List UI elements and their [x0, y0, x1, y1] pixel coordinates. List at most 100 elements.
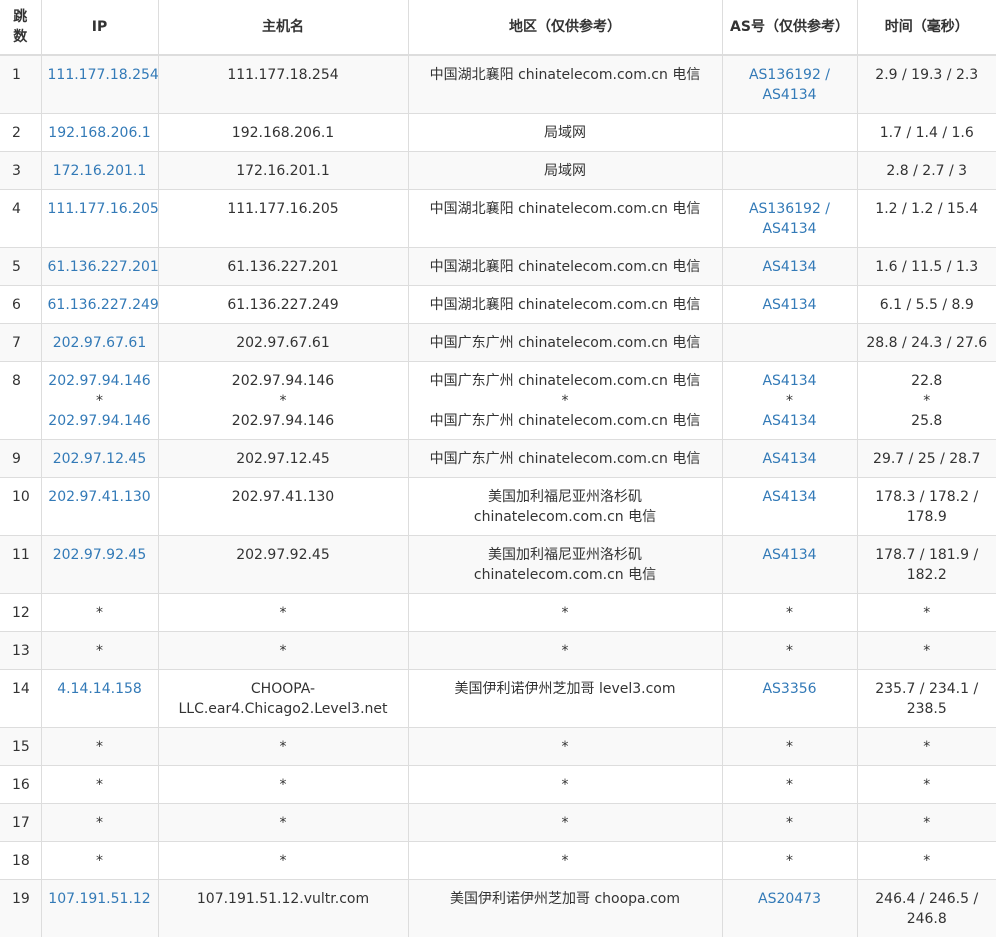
ip-link[interactable]: 111.177.16.205 — [48, 199, 152, 219]
ip-link[interactable]: 61.136.227.249 — [48, 295, 152, 315]
ip-cell: * — [41, 804, 158, 842]
ip-text: * — [48, 737, 152, 757]
table-header: 跳数 IP 主机名 地区（仅供参考） AS号（仅供参考） 时间（毫秒） — [0, 0, 996, 55]
time-text: 2.8 / 2.7 / 3 — [864, 161, 991, 181]
header-as: AS号（仅供参考） — [722, 0, 857, 55]
time-text: * — [864, 641, 991, 661]
ip-link[interactable]: 202.97.67.61 — [48, 333, 152, 353]
time-text: 238.5 — [864, 699, 991, 719]
hop-cell: 2 — [0, 114, 41, 152]
hop-cell: 7 — [0, 324, 41, 362]
as-link[interactable]: AS4134 — [729, 411, 851, 431]
ip-link[interactable]: 192.168.206.1 — [48, 123, 152, 143]
as-link[interactable]: AS4134 — [729, 295, 851, 315]
region-text: chinatelecom.com.cn 电信 — [415, 507, 716, 527]
header-host: 主机名 — [158, 0, 408, 55]
host-text: LLC.ear4.Chicago2.Level3.net — [165, 699, 402, 719]
host-cell: 107.191.51.12.vultr.com — [158, 880, 408, 937]
host-cell: * — [158, 804, 408, 842]
time-text: 1.2 / 1.2 / 15.4 — [864, 199, 991, 219]
traceroute-table: 跳数 IP 主机名 地区（仅供参考） AS号（仅供参考） 时间（毫秒） 1111… — [0, 0, 996, 937]
as-cell: AS4134 — [722, 286, 857, 324]
time-cell: 235.7 / 234.1 /238.5 — [857, 670, 996, 728]
hop-cell: 19 — [0, 880, 41, 937]
time-text: * — [864, 775, 991, 795]
host-text: 202.97.12.45 — [165, 449, 402, 469]
region-cell: 美国加利福尼亚州洛杉矶chinatelecom.com.cn 电信 — [408, 478, 722, 536]
region-text: 中国湖北襄阳 chinatelecom.com.cn 电信 — [415, 295, 716, 315]
hop-cell: 17 — [0, 804, 41, 842]
hop-cell: 4 — [0, 190, 41, 248]
table-row: 661.136.227.24961.136.227.249中国湖北襄阳 chin… — [0, 286, 996, 324]
time-cell: * — [857, 842, 996, 880]
host-text: * — [165, 391, 402, 411]
ip-link[interactable]: 202.97.92.45 — [48, 545, 152, 565]
ip-cell: * — [41, 842, 158, 880]
ip-link[interactable]: 172.16.201.1 — [48, 161, 152, 181]
time-cell: 178.7 / 181.9 /182.2 — [857, 536, 996, 594]
time-cell: 29.7 / 25 / 28.7 — [857, 440, 996, 478]
host-text: * — [165, 813, 402, 833]
time-cell: * — [857, 632, 996, 670]
host-cell: * — [158, 842, 408, 880]
ip-link[interactable]: 61.136.227.201 — [48, 257, 152, 277]
host-text: * — [165, 775, 402, 795]
header-row: 跳数 IP 主机名 地区（仅供参考） AS号（仅供参考） 时间（毫秒） — [0, 0, 996, 55]
ip-link[interactable]: 202.97.41.130 — [48, 487, 152, 507]
as-link[interactable]: AS20473 — [729, 889, 851, 909]
host-text: * — [165, 737, 402, 757]
ip-cell: * — [41, 728, 158, 766]
host-text: * — [165, 641, 402, 661]
table-row: 11202.97.92.45202.97.92.45美国加利福尼亚州洛杉矶chi… — [0, 536, 996, 594]
ip-cell: * — [41, 632, 158, 670]
as-link[interactable]: AS4134 — [729, 371, 851, 391]
time-cell: 1.7 / 1.4 / 1.6 — [857, 114, 996, 152]
host-cell: 202.97.41.130 — [158, 478, 408, 536]
ip-text: * — [48, 813, 152, 833]
as-link[interactable]: AS4134 — [729, 257, 851, 277]
table-row: 13***** — [0, 632, 996, 670]
ip-link[interactable]: 202.97.94.146 — [48, 371, 152, 391]
ip-link[interactable]: 202.97.12.45 — [48, 449, 152, 469]
time-text: 182.2 — [864, 565, 991, 585]
host-cell: 61.136.227.249 — [158, 286, 408, 324]
as-link[interactable]: AS136192 / — [729, 65, 851, 85]
host-cell: * — [158, 728, 408, 766]
ip-link[interactable]: 202.97.94.146 — [48, 411, 152, 431]
ip-cell: 202.97.94.146*202.97.94.146 — [41, 362, 158, 440]
as-cell — [722, 152, 857, 190]
time-cell: 28.8 / 24.3 / 27.6 — [857, 324, 996, 362]
region-text: 局域网 — [415, 123, 716, 143]
host-cell: 202.97.92.45 — [158, 536, 408, 594]
ip-cell: 202.97.41.130 — [41, 478, 158, 536]
as-link[interactable]: AS4134 — [729, 219, 851, 239]
as-link[interactable]: AS136192 / — [729, 199, 851, 219]
region-cell: * — [408, 632, 722, 670]
ip-link[interactable]: 107.191.51.12 — [48, 889, 152, 909]
as-link[interactable]: AS4134 — [729, 85, 851, 105]
host-text: 172.16.201.1 — [165, 161, 402, 181]
as-link[interactable]: AS4134 — [729, 487, 851, 507]
as-link[interactable]: AS4134 — [729, 449, 851, 469]
hop-cell: 8 — [0, 362, 41, 440]
region-cell: 美国加利福尼亚州洛杉矶chinatelecom.com.cn 电信 — [408, 536, 722, 594]
as-link[interactable]: AS3356 — [729, 679, 851, 699]
host-text: 61.136.227.249 — [165, 295, 402, 315]
host-cell: 202.97.12.45 — [158, 440, 408, 478]
ip-link[interactable]: 111.177.18.254 — [48, 65, 152, 85]
table-row: 9202.97.12.45202.97.12.45中国广东广州 chinatel… — [0, 440, 996, 478]
table-row: 144.14.14.158CHOOPA-LLC.ear4.Chicago2.Le… — [0, 670, 996, 728]
as-link[interactable]: AS4134 — [729, 545, 851, 565]
time-text: 29.7 / 25 / 28.7 — [864, 449, 991, 469]
region-text: * — [415, 851, 716, 871]
region-text: chinatelecom.com.cn 电信 — [415, 565, 716, 585]
host-cell: 111.177.16.205 — [158, 190, 408, 248]
ip-link[interactable]: 4.14.14.158 — [48, 679, 152, 699]
ip-cell: * — [41, 594, 158, 632]
region-text: 美国伊利诺伊州芝加哥 choopa.com — [415, 889, 716, 909]
table-row: 1111.177.18.254111.177.18.254中国湖北襄阳 chin… — [0, 55, 996, 114]
table-row: 16***** — [0, 766, 996, 804]
ip-text: * — [48, 775, 152, 795]
host-cell: * — [158, 594, 408, 632]
host-cell: 202.97.67.61 — [158, 324, 408, 362]
